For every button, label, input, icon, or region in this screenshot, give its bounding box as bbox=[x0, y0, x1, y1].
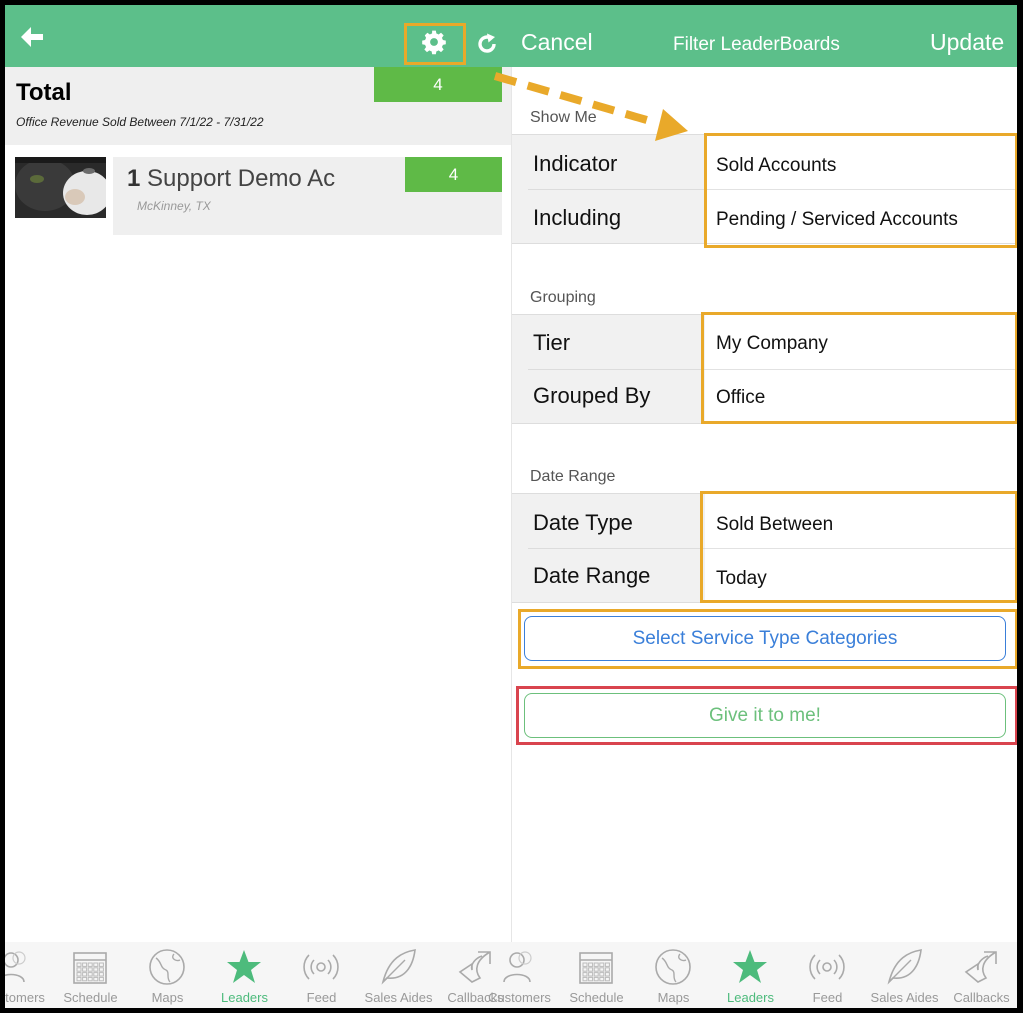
tab-label: Leaders bbox=[221, 990, 268, 1005]
including-label: Including bbox=[533, 205, 622, 230]
tab-label: Customers bbox=[488, 990, 551, 1005]
leaderboard-panel: Total Office Revenue Sold Between 7/1/22… bbox=[5, 67, 511, 947]
tier-label: Tier bbox=[533, 330, 571, 355]
update-button[interactable]: Update bbox=[930, 29, 1004, 56]
section-label-show-me: Show Me bbox=[530, 109, 597, 126]
tab-sales-aides[interactable]: Sales Aides bbox=[866, 942, 943, 1008]
top-bar: Cancel Filter LeaderBoards Update bbox=[5, 5, 1017, 67]
leader-location: McKinney, TX bbox=[137, 199, 211, 213]
give-it-to-me-button[interactable]: Give it to me! bbox=[524, 693, 1006, 738]
customers-icon bbox=[503, 951, 532, 983]
filter-title: Filter LeaderBoards bbox=[673, 34, 840, 55]
section-label-date-range: Date Range bbox=[530, 468, 616, 485]
tab-customers[interactable]: Customers bbox=[481, 942, 558, 1008]
tab-bar: Customers Schedule Maps Leaders Feed Sales Ai… bbox=[5, 942, 1017, 1008]
refresh-icon bbox=[478, 33, 496, 53]
tab-label: Schedule bbox=[569, 990, 624, 1005]
tab-schedule[interactable]: Schedule bbox=[52, 942, 129, 1008]
tab-label: Customers bbox=[5, 990, 45, 1005]
tab-leaders[interactable]: Leaders bbox=[206, 942, 283, 1008]
tab-label: Callbacks bbox=[953, 990, 1010, 1005]
filter-panel: Show Me Indicator Including Sold Account… bbox=[512, 67, 1017, 947]
calendar-icon bbox=[73, 952, 107, 984]
total-count-badge: 4 bbox=[374, 67, 502, 102]
calendar-icon bbox=[579, 952, 613, 984]
settings-highlight bbox=[404, 23, 466, 65]
tab-feed[interactable]: Feed bbox=[789, 942, 866, 1008]
tab-sales-aides[interactable]: Sales Aides bbox=[360, 942, 437, 1008]
tab-schedule[interactable]: Schedule bbox=[558, 942, 635, 1008]
indicator-label: Indicator bbox=[533, 151, 618, 176]
avatar bbox=[15, 157, 106, 218]
tab-label: Sales Aides bbox=[364, 990, 433, 1005]
date-type-label: Date Type bbox=[533, 510, 633, 535]
show-me-highlight bbox=[704, 133, 1017, 248]
tab-customers[interactable]: Customers bbox=[5, 942, 52, 1008]
select-service-type-button[interactable]: Select Service Type Categories bbox=[524, 616, 1006, 661]
callback-arrow-icon bbox=[964, 951, 997, 983]
grouping-highlight bbox=[701, 312, 1017, 424]
app-frame: Cancel Filter LeaderBoards Update Total … bbox=[5, 5, 1017, 1008]
broadcast-icon bbox=[809, 954, 845, 980]
tab-label: Maps bbox=[151, 990, 184, 1005]
tab-leaders[interactable]: Leaders bbox=[712, 942, 789, 1008]
tab-label: Feed bbox=[812, 990, 843, 1005]
leader-row[interactable]: 1 Support Demo Ac McKinney, TX 4 bbox=[113, 157, 502, 235]
customers-icon bbox=[5, 951, 26, 983]
total-subtitle: Office Revenue Sold Between 7/1/22 - 7/3… bbox=[16, 115, 264, 129]
tab-label: Sales Aides bbox=[870, 990, 939, 1005]
leaf-icon bbox=[887, 949, 922, 985]
tab-label: Leaders bbox=[727, 990, 774, 1005]
tab-label: Feed bbox=[306, 990, 337, 1005]
globe-icon bbox=[655, 949, 691, 985]
cat-photo bbox=[15, 157, 106, 218]
star-icon bbox=[733, 950, 767, 983]
star-icon bbox=[227, 950, 261, 983]
tab-callbacks[interactable]: Callbacks bbox=[943, 942, 1017, 1008]
date-range-label: Date Range bbox=[533, 563, 651, 588]
tab-label: Maps bbox=[657, 990, 690, 1005]
leaf-icon bbox=[381, 949, 416, 985]
section-label-grouping: Grouping bbox=[530, 289, 596, 306]
globe-icon bbox=[149, 949, 185, 985]
back-button[interactable] bbox=[17, 22, 47, 52]
arrow-left-icon bbox=[21, 27, 43, 47]
tab-maps[interactable]: Maps bbox=[129, 942, 206, 1008]
leader-name: 1 Support Demo Ac bbox=[127, 165, 336, 192]
total-title: Total bbox=[16, 79, 72, 106]
refresh-button[interactable] bbox=[472, 29, 502, 59]
tab-maps[interactable]: Maps bbox=[635, 942, 712, 1008]
tab-label: Schedule bbox=[63, 990, 118, 1005]
broadcast-icon bbox=[303, 954, 339, 980]
tab-feed[interactable]: Feed bbox=[283, 942, 360, 1008]
date-range-highlight bbox=[700, 491, 1017, 603]
leader-count-badge: 4 bbox=[405, 157, 502, 192]
cancel-button[interactable]: Cancel bbox=[521, 29, 593, 56]
total-row: Total Office Revenue Sold Between 7/1/22… bbox=[5, 67, 511, 145]
grouped-by-label: Grouped By bbox=[533, 383, 651, 408]
